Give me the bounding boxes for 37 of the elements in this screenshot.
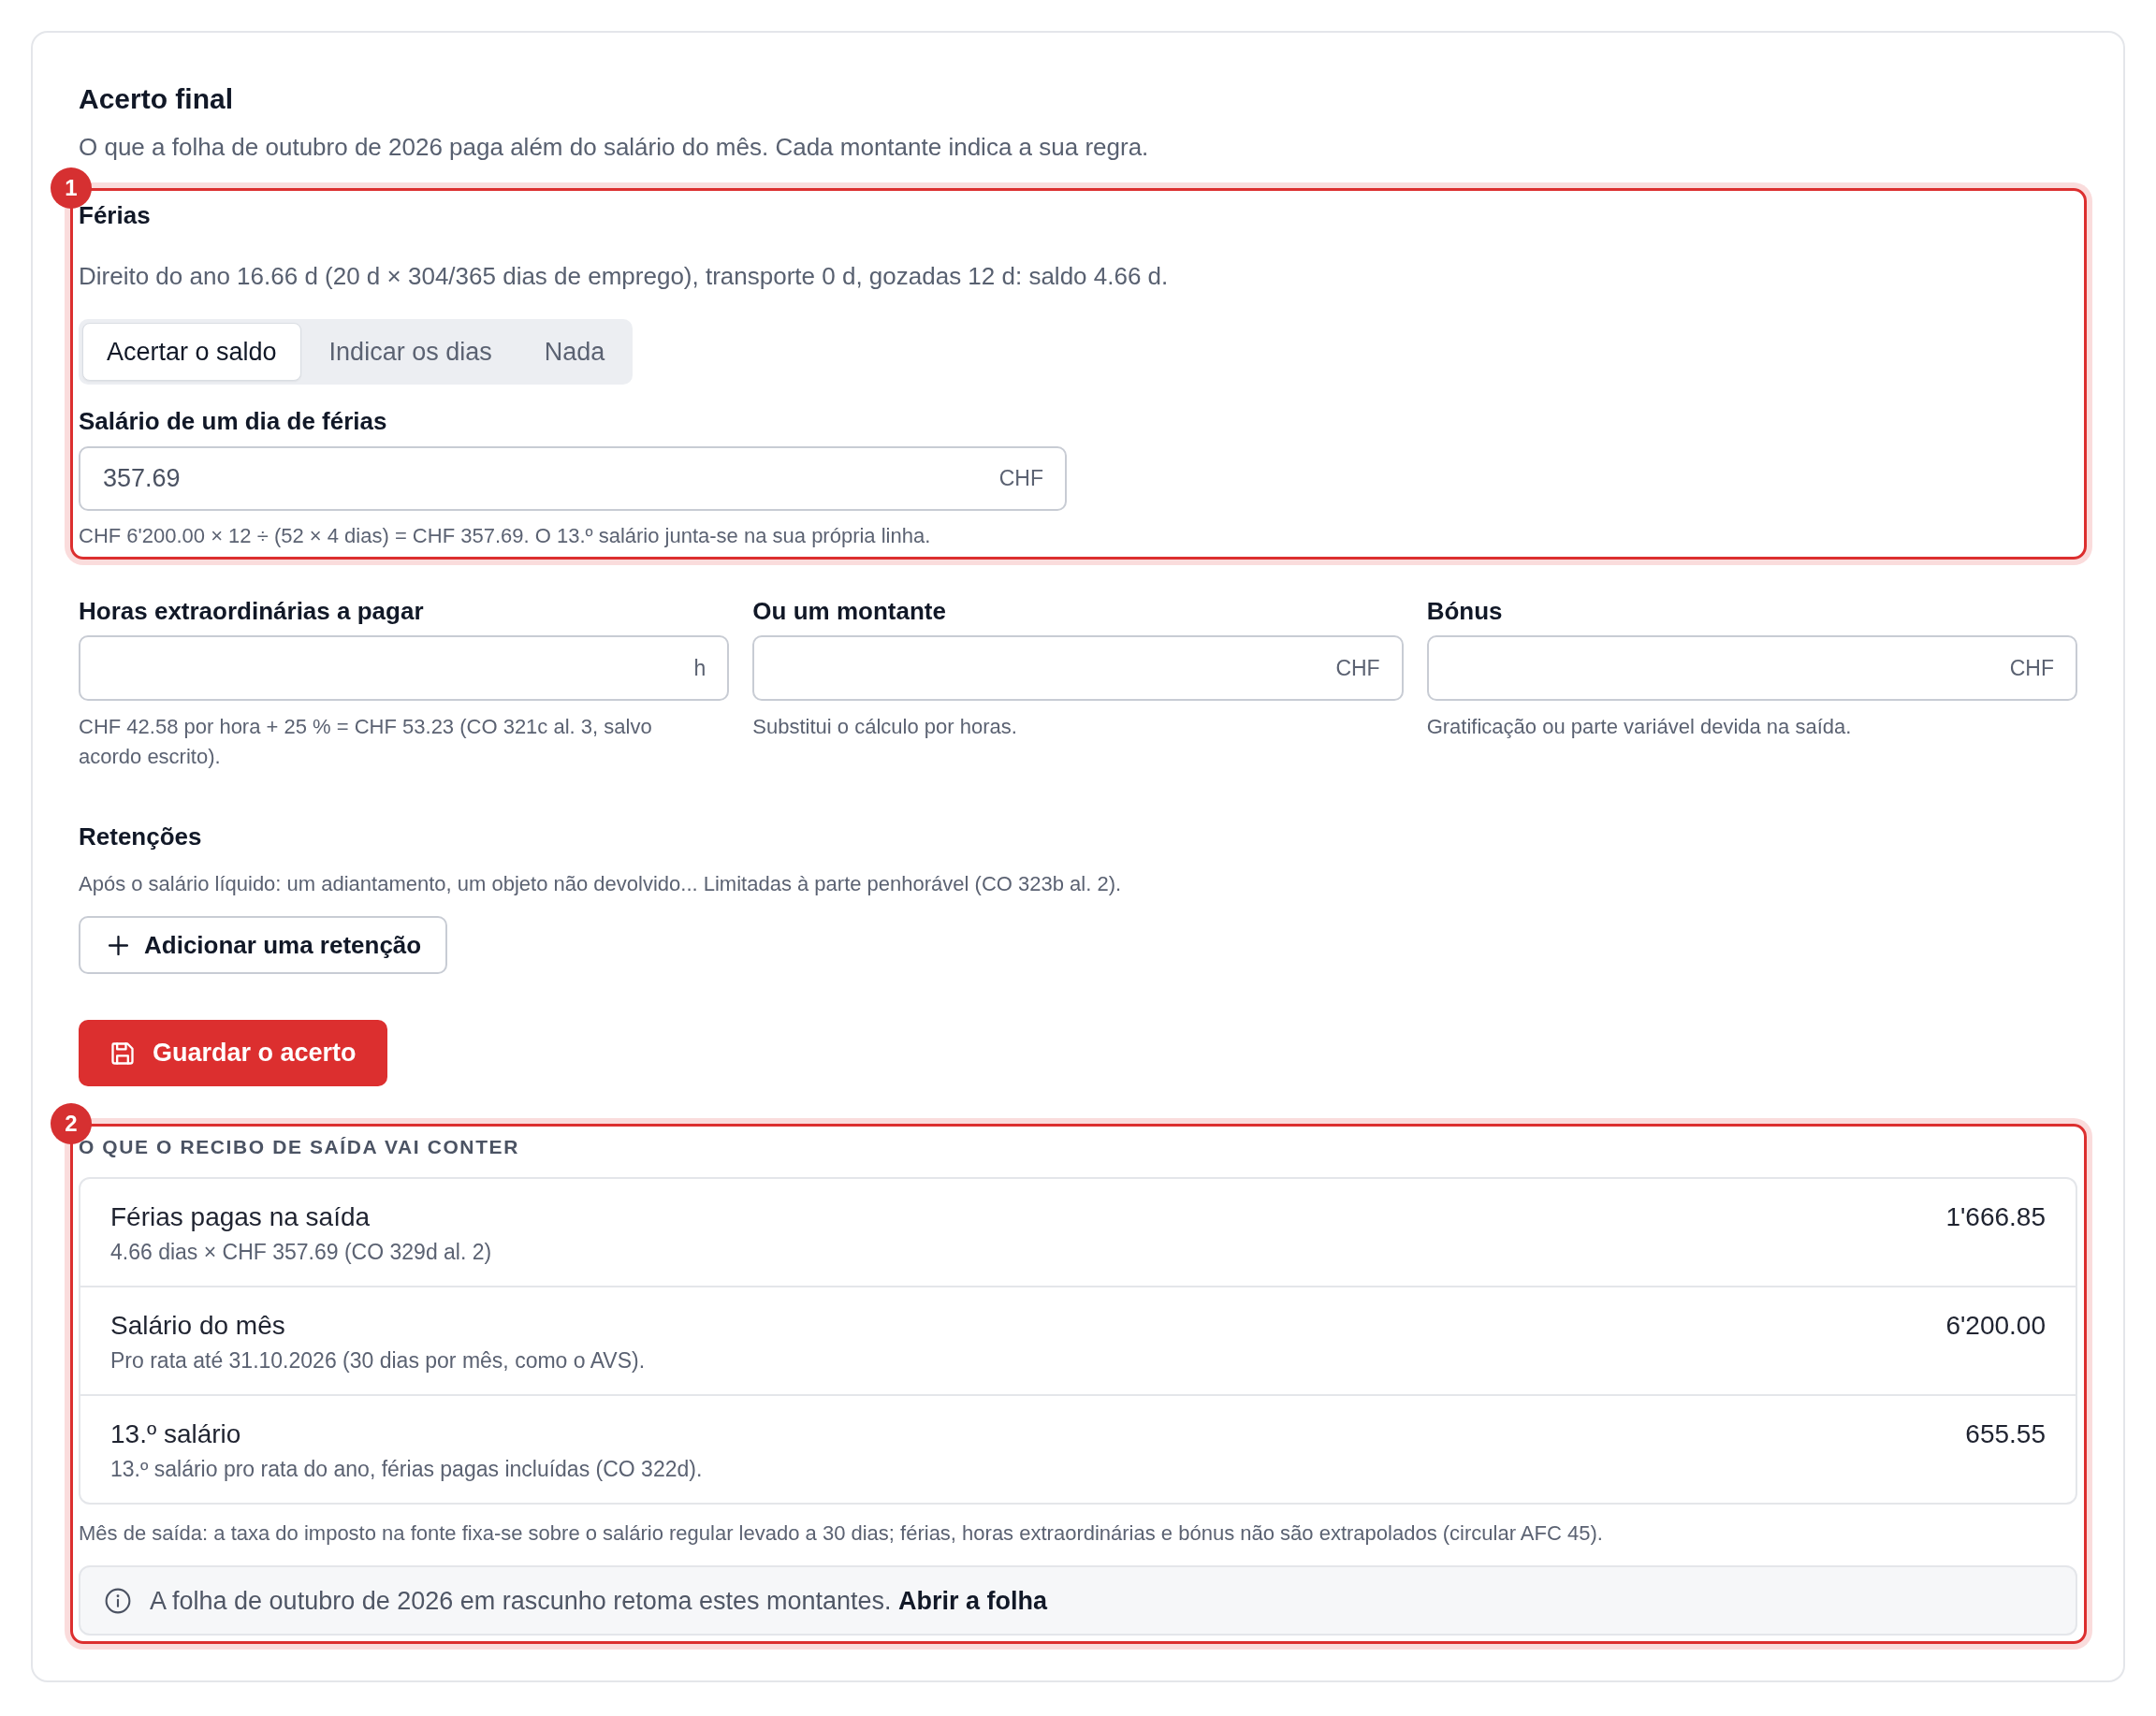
- mode-option[interactable]: Nada: [519, 323, 630, 381]
- input-field[interactable]: CHF: [1426, 635, 2077, 701]
- save-button[interactable]: Guardar o acerto: [79, 1020, 387, 1086]
- info-icon: [105, 1587, 131, 1614]
- receipt-note: Mês de saída: a taxa do imposto na fonte fixa-se sobre o salário regular levado a 30 dias; férias, horas extraordinárias e bónus não são extrapolados (circular AFC 45).: [79, 1520, 1604, 1547]
- item-title: 13.º salário: [110, 1418, 242, 1450]
- mode-option[interactable]: Indicar os dias: [304, 323, 517, 381]
- field-label: Salário de um dia de férias: [79, 406, 388, 437]
- field-label: Ou um montante: [752, 596, 947, 627]
- input-field[interactable]: h: [79, 635, 730, 701]
- item-amount: 1'666.85: [1945, 1201, 2046, 1233]
- section-title: Acerto final: [79, 82, 235, 116]
- item-detail: Pro rata até 31.10.2026 (30 dias por mês, como o AVS).: [110, 1347, 646, 1374]
- field-label: Horas extraordinárias a pagar: [79, 596, 425, 627]
- item-title: Salário do mês: [110, 1310, 286, 1342]
- save-icon: [109, 1040, 136, 1067]
- field-label: Bónus: [1426, 596, 1504, 627]
- field-hint: Substitui o cálculo por horas.: [752, 714, 1018, 740]
- info-text: A folha de outubro de 2026 em rascunho retoma estes montantes. Abrir a folha: [150, 1585, 1048, 1617]
- field-hint: Gratificação ou parte variável devida na saída.: [1426, 714, 1853, 740]
- input-field[interactable]: CHF: [752, 635, 1404, 701]
- section-description: O que a folha de outubro de 2026 paga além do salário do mês. Cada montante indica a sua regra.: [79, 132, 1150, 163]
- item-detail: 13.º salário pro rata do ano, férias pagas incluídas (CO 322d).: [110, 1456, 703, 1482]
- add-retention-button[interactable]: Adicionar uma retenção: [79, 916, 448, 974]
- input-field[interactable]: 357.69 CHF: [79, 446, 1067, 511]
- mode-option[interactable]: Acertar o saldo: [82, 323, 301, 381]
- item-amount: 655.55: [1965, 1418, 2046, 1450]
- item-detail: 4.66 dias × CHF 357.69 (CO 329d al. 2): [110, 1239, 492, 1265]
- retentions-description: Após o salário líquido: um adiantamento, um objeto não devolvido... Limitadas à parte penhorável (CO 323b al. 2).: [79, 871, 1123, 897]
- vacation-description: Direito do ano 16.66 d (20 d × 304/365 dias de emprego), transporte 0 d, gozadas 12 d: saldo 4.66 d.: [79, 261, 1170, 292]
- subsection-title: Retenções: [79, 822, 203, 852]
- plus-icon: [109, 935, 128, 955]
- item-title: Férias pagas na saída: [110, 1201, 371, 1233]
- item-amount: 6'200.00: [1945, 1310, 2046, 1342]
- open-payslip-link[interactable]: Abrir a folha: [898, 1586, 1048, 1615]
- field-hint: CHF 6'200.00 × 12 ÷ (52 × 4 dias) = CHF 357.69. O 13.º salário junta-se na sua própria linha.: [79, 523, 932, 549]
- field-hint: CHF 42.58 por hora + 25 % = CHF 53.23 (CO 321c al. 3, salvo acordo escrito).: [79, 714, 653, 770]
